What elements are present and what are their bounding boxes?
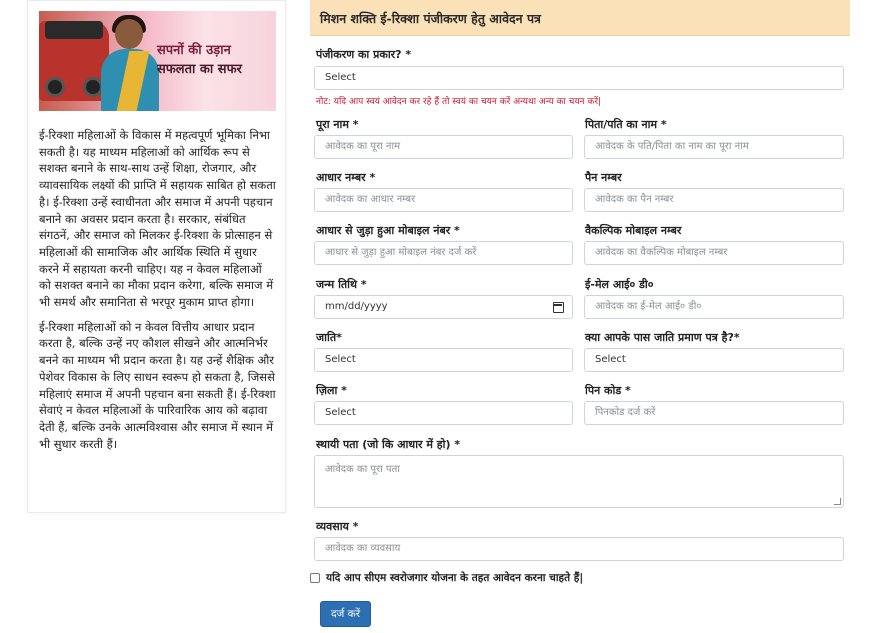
resize-handle-icon[interactable] bbox=[834, 498, 841, 505]
caste-select[interactable]: Select bbox=[314, 348, 573, 372]
caste-label: जाति* bbox=[316, 331, 342, 344]
address-label: स्थायी पता (जो कि आधार में हो) * bbox=[316, 438, 461, 451]
registration-type-label: पंजीकरण का प्रकार? * bbox=[316, 48, 412, 61]
email-input[interactable]: आवेदक का ई-मेल आई० डी० bbox=[584, 295, 844, 319]
calendar-icon[interactable] bbox=[553, 302, 564, 313]
cm-yojana-checkbox[interactable] bbox=[310, 573, 320, 583]
pan-input[interactable]: आवेदक का पैन नम्बर bbox=[584, 188, 844, 212]
banner-tagline-line1: सपनों की उड़ान bbox=[157, 43, 231, 58]
full-name-input[interactable]: आवेदक का पूरा नाम bbox=[314, 135, 573, 159]
occupation-label: व्यवसाय * bbox=[316, 520, 359, 533]
pan-label: पैन नम्बर bbox=[585, 171, 622, 184]
mobile-label: आधार से जुड़ा हुआ मोबाइल नंबर * bbox=[316, 224, 460, 237]
full-name-label: पूरा नाम * bbox=[316, 118, 359, 131]
sidebar-card: सपनों की उड़ान सफलता का सफर ई-रिक्शा महि… bbox=[27, 0, 286, 513]
dob-input[interactable]: mm/dd/yyyy bbox=[314, 295, 573, 319]
application-form: मिशन शक्ति ई-रिक्शा पंजीकरण हेतु आवेदन प… bbox=[310, 0, 850, 633]
aadhaar-input[interactable]: आवेदक का आधार नम्बर bbox=[314, 188, 573, 212]
woman-illustration bbox=[115, 19, 143, 49]
alt-mobile-label: वैकल्पिक मोबाइल नम्बर bbox=[585, 224, 682, 237]
pincode-input[interactable]: पिनकोड दर्ज करें bbox=[584, 401, 844, 425]
form-title: मिशन शक्ति ई-रिक्शा पंजीकरण हेतु आवेदन प… bbox=[310, 0, 850, 36]
father-name-input[interactable]: आवेदक के पति/पिता का नाम का पूरा नाम bbox=[584, 135, 844, 159]
pincode-label: पिन कोड * bbox=[585, 384, 631, 397]
address-textarea[interactable]: आवेदक का पूरा पता bbox=[314, 455, 844, 508]
registration-note: नोट: यदि आप स्वयं आवेदन कर रहे हैं तो स्… bbox=[316, 97, 602, 107]
mobile-input[interactable]: आधार से जुड़ा हुआ मोबाइल नंबर दर्ज करें bbox=[314, 241, 573, 265]
cm-yojana-label: यदि आप सीएम स्वरोजगार योजना के तहत आवेदन… bbox=[326, 572, 584, 584]
aadhaar-label: आधार नम्बर * bbox=[316, 171, 376, 184]
dob-placeholder: mm/dd/yyyy bbox=[325, 301, 388, 312]
banner-image: सपनों की उड़ान सफलता का सफर bbox=[39, 11, 276, 111]
father-name-label: पिता/पति का नाम * bbox=[585, 118, 667, 131]
registration-type-select[interactable]: Select bbox=[314, 66, 844, 90]
sidebar-paragraph-2: ई-रिक्शा महिलाओं को न केवल वित्तीय आधार … bbox=[39, 319, 276, 451]
banner-tagline-line2: सफलता का सफर bbox=[157, 62, 242, 77]
occupation-input[interactable]: आवेदक का व्यवसाय bbox=[314, 537, 844, 561]
submit-button[interactable]: दर्ज करें bbox=[320, 601, 371, 627]
banner-tagline: सपनों की उड़ान सफलता का सफर bbox=[157, 41, 269, 79]
sidebar-paragraph-1: ई-रिक्शा महिलाओं के विकास में महत्वपूर्ण… bbox=[39, 128, 276, 310]
e-rickshaw-illustration bbox=[39, 21, 109, 101]
address-placeholder: आवेदक का पूरा पता bbox=[325, 464, 400, 475]
district-label: ज़िला * bbox=[316, 384, 347, 397]
alt-mobile-input[interactable]: आवेदक का वैकल्पिक मोबाइल नम्बर bbox=[584, 241, 844, 265]
caste-cert-label: क्या आपके पास जाति प्रमाण पत्र है?* bbox=[585, 331, 740, 344]
dob-label: जन्म तिथि * bbox=[316, 278, 367, 291]
caste-cert-select[interactable]: Select bbox=[584, 348, 844, 372]
email-label: ई-मेल आई० डी० bbox=[585, 278, 654, 291]
sidebar-description: ई-रिक्शा महिलाओं के विकास में महत्वपूर्ण… bbox=[39, 127, 277, 460]
district-select[interactable]: Select bbox=[314, 401, 573, 425]
